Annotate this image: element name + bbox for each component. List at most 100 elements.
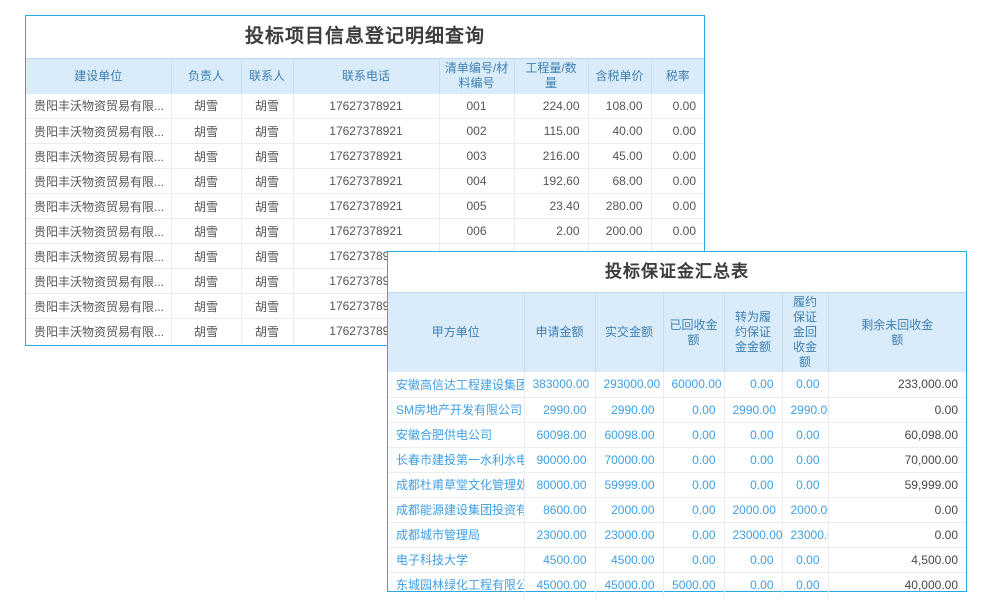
table-cell: 胡雪 (171, 169, 241, 194)
table-cell: 23000.00 (724, 522, 782, 547)
table-cell: 胡雪 (171, 194, 241, 219)
table-cell: 胡雪 (241, 169, 293, 194)
table-cell: 0.00 (724, 422, 782, 447)
table-cell: 0.00 (724, 472, 782, 497)
table-cell: 4500.00 (524, 547, 595, 572)
column-header-label: 负责人 (188, 69, 224, 84)
table-cell: 胡雪 (241, 294, 293, 319)
table-row: 安徽高信达工程建设集团公司383000.00293000.0060000.000… (388, 372, 966, 397)
table-cell: 0.00 (782, 547, 828, 572)
column-header-label: 已回收金额 (669, 318, 719, 348)
table-row: 成都城市管理局23000.0023000.000.0023000.0023000… (388, 522, 966, 547)
table-cell: 胡雪 (241, 94, 293, 119)
table-cell: 贵阳丰沃物资贸易有限... (26, 219, 171, 244)
table-row: 东城园林绿化工程有限公司45000.0045000.005000.000.000… (388, 572, 966, 597)
table-cell: 23000.0 (782, 522, 828, 547)
table-cell: 0.00 (782, 472, 828, 497)
table-cell: 17627378921 (293, 144, 439, 169)
table-cell: 0.00 (663, 522, 724, 547)
table-cell: 224.00 (514, 94, 588, 119)
table-cell: 0.00 (828, 497, 966, 522)
table-cell: 216.00 (514, 144, 588, 169)
table-cell: 383000.00 (524, 372, 595, 397)
table-cell: 2990.00 (524, 397, 595, 422)
table-cell: 001 (439, 94, 514, 119)
table-cell: 293000.00 (595, 372, 663, 397)
table-cell: 70000.00 (595, 447, 663, 472)
table-cell: 006 (439, 219, 514, 244)
column-header-label: 转为履约保证金金额 (730, 310, 777, 355)
table-cell: 17627378921 (293, 219, 439, 244)
table-cell: 005 (439, 194, 514, 219)
table-cell: 200.00 (588, 219, 651, 244)
column-header-label: 建设单位 (74, 69, 122, 84)
table-cell: 2990.00 (724, 397, 782, 422)
company-link-cell[interactable]: SM房地产开发有限公司 (388, 397, 524, 422)
column-header: 税率 (651, 59, 704, 94)
company-link-cell[interactable]: 成都能源建设集团投资有限公 (388, 497, 524, 522)
table-cell: 贵阳丰沃物资贸易有限... (26, 244, 171, 269)
column-header-label: 实交金额 (605, 325, 653, 340)
table-cell: 115.00 (514, 119, 588, 144)
table-cell: 0.00 (651, 119, 704, 144)
table-cell: 280.00 (588, 194, 651, 219)
table-cell: 17627378921 (293, 194, 439, 219)
bid-project-detail-title: 投标项目信息登记明细查询 (26, 16, 704, 58)
table-cell: 17627378921 (293, 169, 439, 194)
table-cell: 0.00 (724, 547, 782, 572)
table-cell: 胡雪 (171, 294, 241, 319)
table-cell: 17627378921 (293, 119, 439, 144)
bid-deposit-summary-panel: 投标保证金汇总表 甲方单位申请金额实交金额已回收金额转为履约保证金金额履约保证金… (387, 251, 967, 592)
table-cell: 002 (439, 119, 514, 144)
table-cell: 233,000.00 (828, 372, 966, 397)
table-cell: 胡雪 (241, 219, 293, 244)
table-cell: 贵阳丰沃物资贸易有限... (26, 294, 171, 319)
company-link-cell[interactable]: 成都杜甫草堂文化管理处 (388, 472, 524, 497)
column-header: 负责人 (171, 59, 241, 94)
table-cell: 0.00 (651, 219, 704, 244)
table-cell: 0.00 (828, 522, 966, 547)
column-header-label: 工程量/数量 (522, 61, 580, 91)
table-cell: 23000.00 (595, 522, 663, 547)
table-cell: 4500.00 (595, 547, 663, 572)
company-link-cell[interactable]: 安徽合肥供电公司 (388, 422, 524, 447)
column-header-label: 清单编号/材料编号 (445, 61, 509, 91)
table-cell: 胡雪 (171, 219, 241, 244)
table-cell: 80000.00 (524, 472, 595, 497)
table-cell: 胡雪 (241, 319, 293, 344)
company-link-cell[interactable]: 长春市建投第一水利水电建设 (388, 447, 524, 472)
table-cell: 0.00 (724, 447, 782, 472)
table-cell: 贵阳丰沃物资贸易有限... (26, 269, 171, 294)
table-row: 电子科技大学4500.004500.000.000.000.004,500.00 (388, 547, 966, 572)
company-link-cell[interactable]: 安徽高信达工程建设集团公司 (388, 372, 524, 397)
company-link-cell[interactable]: 成都城市管理局 (388, 522, 524, 547)
table-cell: 贵阳丰沃物资贸易有限... (26, 144, 171, 169)
table-row: 贵阳丰沃物资贸易有限...胡雪胡雪17627378921001224.00108… (26, 94, 704, 119)
table-row: 贵阳丰沃物资贸易有限...胡雪胡雪17627378921003216.0045.… (26, 144, 704, 169)
table-cell: 40.00 (588, 119, 651, 144)
table-cell: 2990.00 (782, 397, 828, 422)
header-row: 甲方单位申请金额实交金额已回收金额转为履约保证金金额履约保证金回收金额剩余未回收… (388, 293, 966, 373)
company-link-cell[interactable]: 电子科技大学 (388, 547, 524, 572)
table-cell: 60,098.00 (828, 422, 966, 447)
bid-deposit-summary-title: 投标保证金汇总表 (388, 252, 966, 292)
table-cell: 胡雪 (241, 269, 293, 294)
table-cell: 108.00 (588, 94, 651, 119)
company-link-cell[interactable]: 东城园林绿化工程有限公司 (388, 572, 524, 597)
table-row: 成都杜甫草堂文化管理处80000.0059999.000.000.000.005… (388, 472, 966, 497)
table-cell: 2000.00 (782, 497, 828, 522)
table-cell: 003 (439, 144, 514, 169)
table-cell: 5000.00 (663, 572, 724, 597)
table-cell: 0.00 (651, 144, 704, 169)
column-header-label: 履约保证金回收金额 (792, 295, 818, 370)
table-cell: 0.00 (724, 372, 782, 397)
column-header: 剩余未回收金额 (828, 293, 966, 373)
table-cell: 192.60 (514, 169, 588, 194)
header-row: 建设单位负责人联系人联系电话清单编号/材料编号工程量/数量含税单价税率 (26, 59, 704, 94)
column-header: 联系人 (241, 59, 293, 94)
table-cell: 90000.00 (524, 447, 595, 472)
table-cell: 胡雪 (171, 144, 241, 169)
table-cell: 0.00 (663, 447, 724, 472)
column-header: 清单编号/材料编号 (439, 59, 514, 94)
column-header-label: 联系电话 (342, 69, 390, 84)
